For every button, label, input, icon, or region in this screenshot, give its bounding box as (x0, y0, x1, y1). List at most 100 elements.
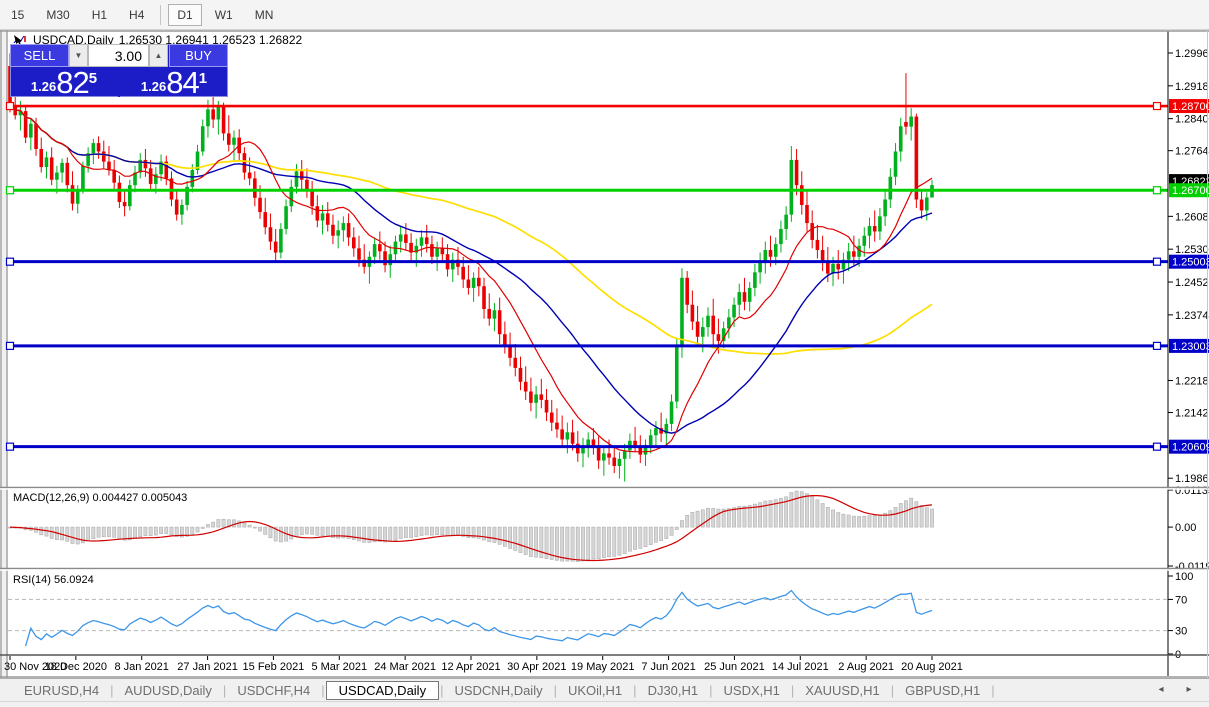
candle-body (315, 206, 320, 221)
macd-histogram-bar (107, 526, 111, 537)
macd-histogram-bar (305, 526, 309, 535)
date-axis-label: 2 Aug 2021 (838, 661, 894, 673)
sell-price-prefix: 1.26 (30, 79, 57, 94)
volume-input[interactable]: 3.00 (88, 44, 149, 67)
candle-body (91, 143, 96, 154)
buy-button[interactable]: BUY (169, 44, 228, 67)
candle-body (117, 182, 122, 203)
candle-body (763, 250, 768, 261)
candle-body (716, 334, 721, 341)
macd-histogram-bar (393, 526, 398, 541)
buy-price-big: 84 (166, 65, 199, 100)
candle-body (617, 458, 622, 467)
tab-gbpusd-h1[interactable]: GBPUSD,H1 (895, 682, 990, 699)
tab-audusd-daily[interactable]: AUDUSD,Daily (115, 682, 222, 699)
macd-histogram-bar (680, 520, 684, 528)
rsi-label: RSI(14) 56.0924 (13, 574, 94, 586)
macd-histogram-bar (325, 526, 330, 537)
tab-dj30-h1[interactable]: DJ30,H1 (638, 682, 709, 699)
candle-body (862, 235, 867, 246)
candle-body (893, 151, 898, 177)
candle-body (492, 310, 497, 319)
level-handle[interactable] (5, 257, 15, 266)
price-axis-label: 1.29960 (1175, 48, 1209, 60)
level-handle[interactable] (1152, 442, 1162, 451)
candle-body (544, 399, 549, 413)
candle-body (867, 226, 872, 236)
candle-body (747, 287, 752, 302)
macd-histogram-bar (294, 526, 299, 537)
level-handle[interactable] (5, 186, 15, 195)
rsi-line (24, 589, 933, 647)
level-handle[interactable] (5, 442, 15, 451)
tab-xauusd-h1[interactable]: XAUUSD,H1 (795, 682, 889, 699)
tab-scroll-right-arrow[interactable]: ▸ (1180, 684, 1198, 695)
candle-body (174, 199, 179, 215)
tab-usdcad-daily[interactable]: USDCAD,Daily (325, 680, 440, 700)
macd-signal-line (9, 495, 933, 562)
level-handle[interactable] (1152, 186, 1162, 195)
candle-body (518, 367, 523, 382)
candle-body (753, 272, 757, 288)
level-handle[interactable] (1152, 101, 1162, 111)
tab-scroll-left-arrow[interactable]: ◂ (1152, 684, 1170, 695)
candle-body (888, 176, 893, 200)
candle-body (263, 212, 268, 228)
macd-axis-label: 0.00 (1175, 522, 1196, 534)
price-axis-label: 1.27640 (1175, 146, 1209, 158)
candle-body (784, 214, 788, 229)
volume-decrease-button[interactable]: ▼ (69, 44, 88, 67)
candle-body (232, 137, 236, 145)
volume-increase-button[interactable]: ▲ (149, 44, 168, 67)
macd-histogram-bar (502, 526, 507, 547)
candle-body (112, 170, 116, 183)
tab-usdchf-h4[interactable]: USDCHF,H4 (227, 682, 320, 699)
macd-histogram-bar (909, 497, 914, 528)
level-handle[interactable] (5, 101, 15, 111)
macd-histogram-bar (143, 526, 148, 536)
date-axis-label: 24 Mar 2021 (374, 661, 436, 673)
price-axis-label: 1.21420 (1175, 408, 1209, 420)
buy-price-sup: 1 (198, 70, 208, 87)
candle-body (331, 224, 335, 236)
level-tag-1.23003-text: 1.23003 (1172, 341, 1209, 353)
macd-histogram-bar (237, 520, 242, 528)
tab-usdcnh-daily[interactable]: USDCNH,Daily (444, 682, 552, 699)
sell-button[interactable]: SELL (10, 44, 69, 67)
macd-histogram-bar (430, 526, 434, 536)
macd-histogram-bar (456, 526, 460, 536)
candle-body (320, 213, 325, 221)
level-handle[interactable] (1152, 257, 1162, 266)
candle-body (810, 223, 814, 240)
macd-histogram-bar (586, 526, 591, 561)
level-handle[interactable] (5, 341, 15, 350)
sell-price[interactable]: 1.26 82 5 (10, 67, 118, 98)
candle-body (555, 422, 559, 430)
macd-histogram-bar (529, 526, 533, 557)
main-chart-svg[interactable]: 1.29960 1.29180 1.28400 1.27640 1.26080 1.253… (0, 0, 1209, 707)
macd-histogram-bar (164, 526, 169, 534)
macd-histogram-bar (607, 526, 611, 558)
candle-body (372, 244, 377, 257)
candle-body (852, 251, 856, 257)
tab-usdx-h1[interactable]: USDX,H1 (714, 682, 790, 699)
macd-histogram-bar (414, 526, 419, 538)
macd-histogram-bar (242, 522, 247, 528)
buy-price[interactable]: 1.26 84 1 (120, 65, 228, 100)
candle-body (128, 185, 132, 207)
candle-body (477, 277, 481, 287)
tab-eurusd-h4[interactable]: EURUSD,H4 (14, 682, 109, 699)
macd-histogram-bar (857, 516, 861, 528)
candle-body (247, 172, 252, 179)
candle-body (742, 292, 747, 302)
level-handle[interactable] (1152, 341, 1162, 350)
tab-ukoil-h1[interactable]: UKOil,H1 (558, 682, 632, 699)
macd-histogram-bar (65, 526, 70, 542)
candle-body (148, 168, 153, 184)
macd-histogram-bar (737, 506, 742, 528)
ma-mid-line (9, 104, 933, 434)
macd-histogram-bar (888, 510, 893, 528)
macd-histogram-bar (805, 493, 809, 528)
candle-body (846, 251, 851, 260)
macd-histogram-bar (409, 526, 413, 538)
